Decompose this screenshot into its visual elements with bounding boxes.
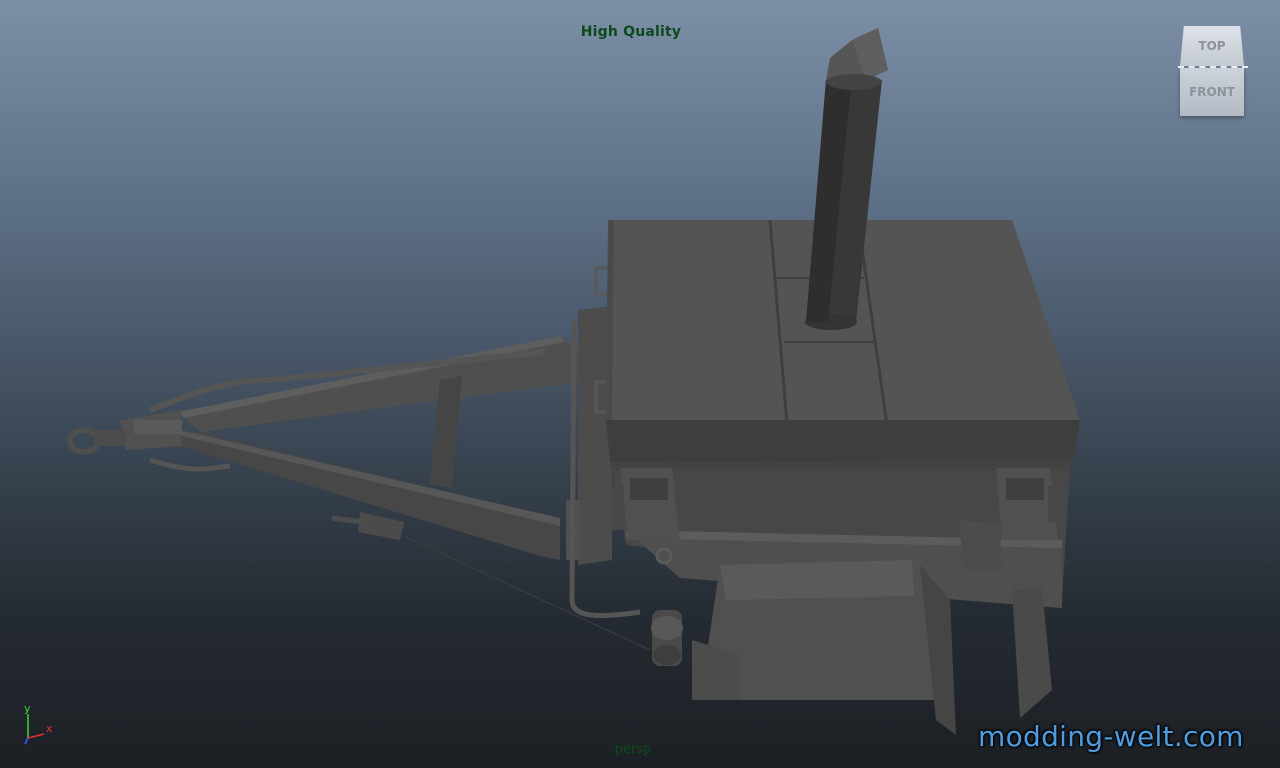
camera-name-label: persp — [614, 742, 652, 757]
view-cube-top-face[interactable]: TOP — [1180, 26, 1244, 66]
axis-x-label: x — [46, 722, 53, 735]
quality-mode-label: High Quality — [580, 24, 682, 40]
3d-model-render[interactable] — [0, 0, 1280, 768]
view-cube-front-face[interactable]: FRONT — [1180, 68, 1244, 116]
axis-gizmo-icon: y x — [24, 702, 53, 745]
drawbar-frame — [67, 336, 651, 651]
wheel-hub — [651, 610, 683, 666]
maya-viewport[interactable]: High Quality TOP FRONT y x persp modding… — [0, 0, 1280, 768]
watermark-text: modding-welt.com — [978, 720, 1244, 753]
axis-y-label: y — [24, 702, 31, 715]
view-cube[interactable]: TOP FRONT — [1172, 24, 1254, 122]
